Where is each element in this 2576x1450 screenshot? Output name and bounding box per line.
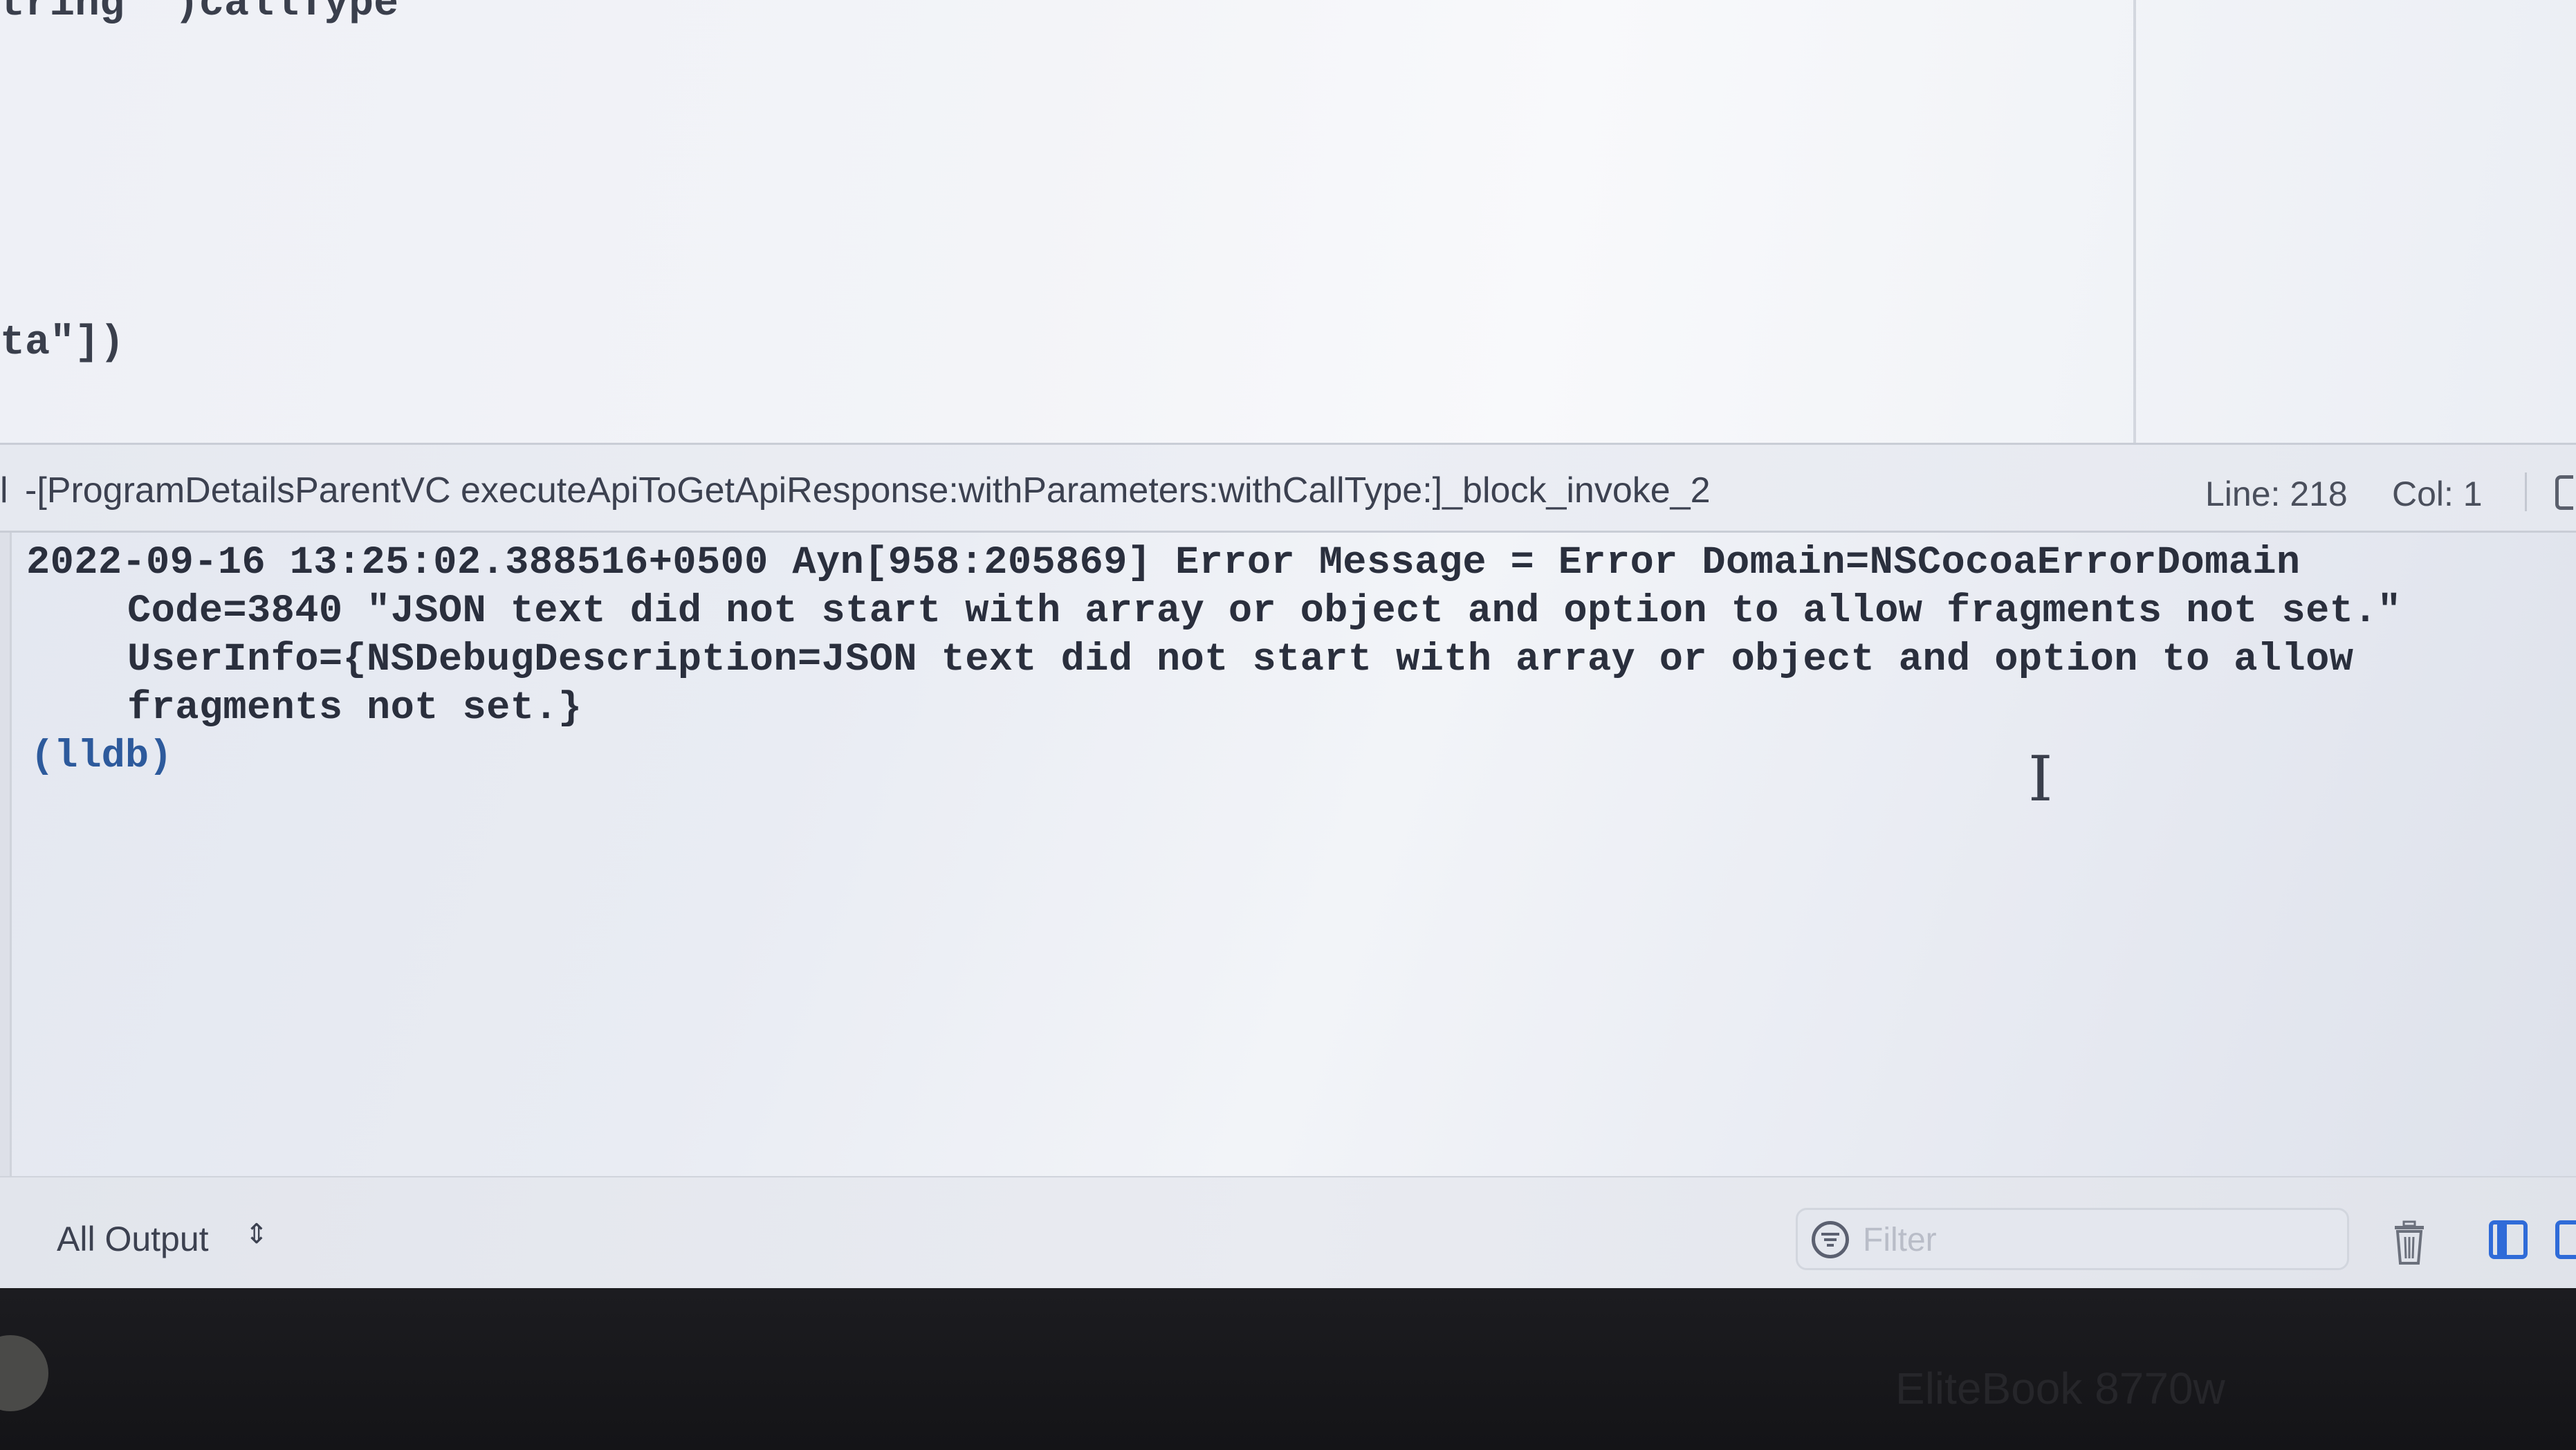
trash-icon[interactable]: [2392, 1220, 2427, 1266]
source-editor[interactable]: tring *)callType ta"]): [0, 0, 2576, 443]
filter-input[interactable]: [1861, 1218, 2335, 1261]
console-line: fragments not set.}: [127, 686, 582, 731]
filter-icon: [1812, 1221, 1849, 1258]
laptop-brand-label: EliteBook 8770w: [1895, 1364, 2225, 1413]
editor-divider: [2133, 0, 2136, 443]
debug-bar-prefix: l: [0, 470, 8, 511]
code-line: tring *)callType: [0, 0, 399, 28]
debug-bar-divider: [2525, 472, 2527, 511]
filter-field[interactable]: [1796, 1208, 2349, 1270]
code-line: ta"]): [0, 320, 125, 367]
text-cursor-icon: I: [2028, 743, 2053, 816]
up-down-chevron-icon[interactable]: ⇕: [245, 1220, 268, 1248]
console-line: 2022-09-16 13:25:02.388516+0500 Ayn[958:…: [26, 541, 2301, 585]
column-number-label: Col: 1: [2392, 475, 2483, 513]
xcode-window: tring *)callType ta"]) l -[ProgramDetail…: [0, 0, 2576, 1288]
stack-frame-label[interactable]: -[ProgramDetailsParentVC executeApiToGet…: [25, 470, 1711, 511]
output-selector-button[interactable]: All Output: [57, 1219, 209, 1259]
console-edge: [0, 533, 12, 1176]
debug-bar: l -[ProgramDetailsParentVC executeApiToG…: [0, 443, 2576, 533]
console-line: UserInfo={NSDebugDescription=JSON text d…: [127, 638, 2354, 682]
panel-right-icon[interactable]: [2555, 1220, 2576, 1259]
console-line: Code=3840 "JSON text did not start with …: [127, 589, 2402, 634]
debug-console[interactable]: 2022-09-16 13:25:02.388516+0500 Ayn[958:…: [0, 533, 2576, 1176]
lldb-prompt[interactable]: (lldb): [30, 735, 172, 779]
panel-left-icon[interactable]: [2489, 1220, 2528, 1259]
editor-options-icon[interactable]: [2555, 475, 2573, 510]
line-number-label: Line: 218: [2205, 475, 2348, 513]
console-bottom-bar: All Output ⇕: [0, 1176, 2576, 1288]
